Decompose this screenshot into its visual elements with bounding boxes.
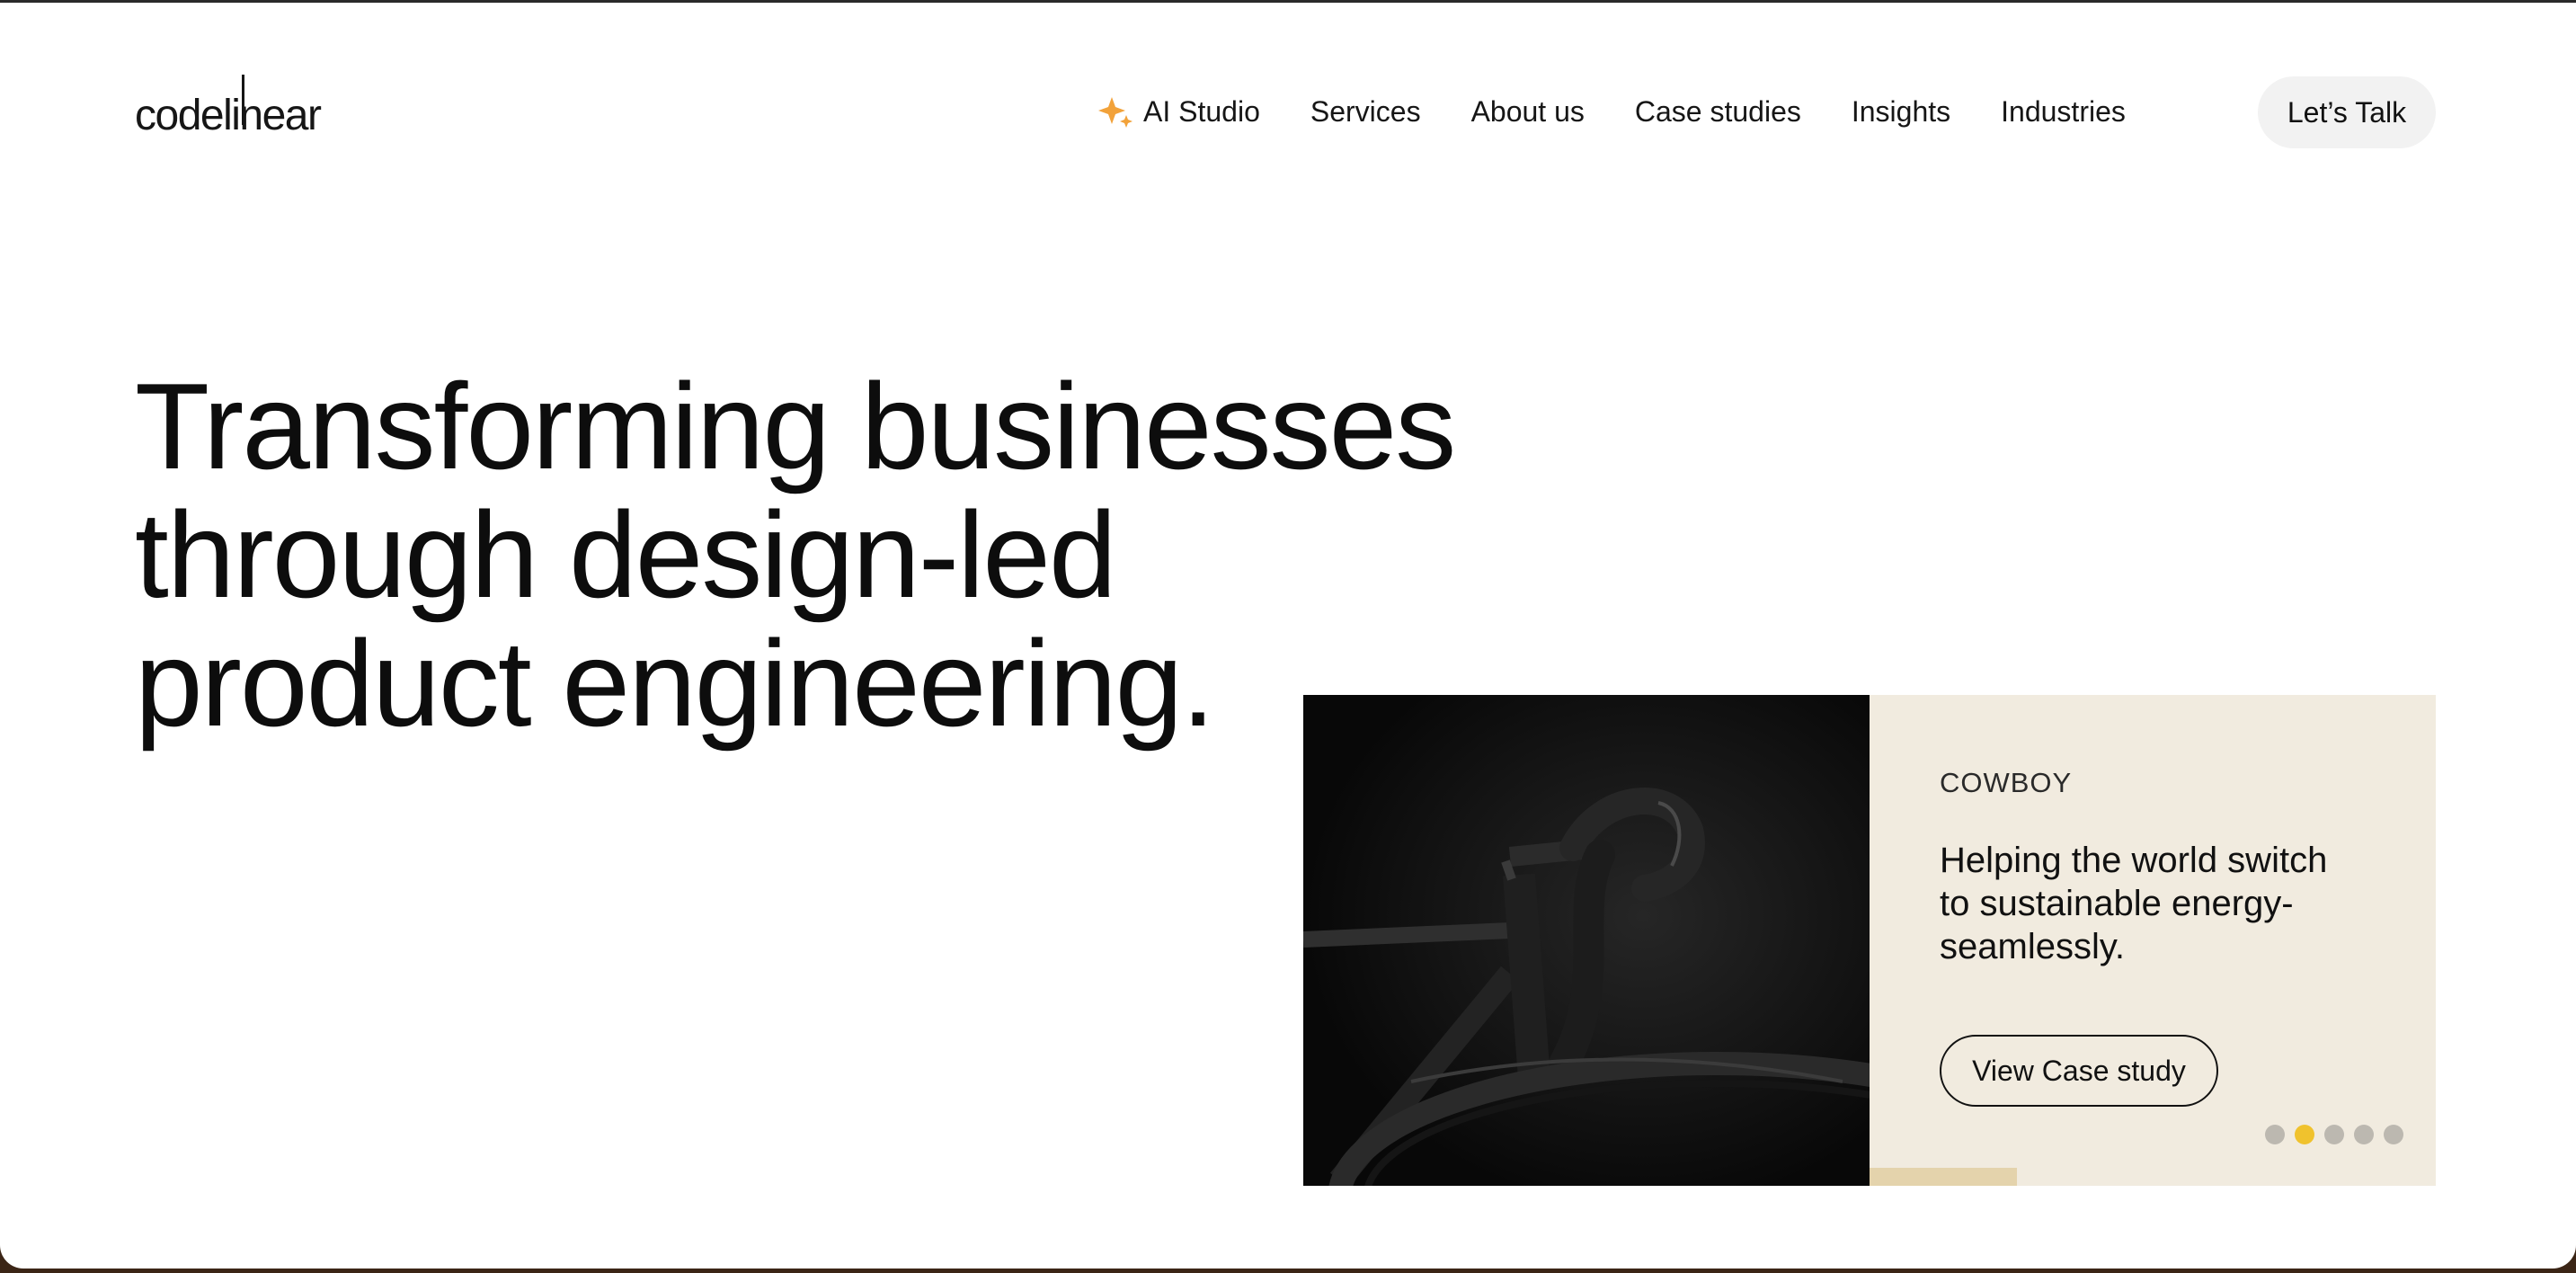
nav-item-insights[interactable]: Insights — [1852, 95, 1950, 129]
nav-item-label: AI Studio — [1143, 94, 1260, 128]
carousel-dot[interactable] — [2324, 1125, 2344, 1144]
client-name: COWBOY — [1940, 767, 2073, 798]
main-nav: AI Studio Services About us Case studies… — [1097, 89, 2126, 134]
carousel-dot[interactable] — [2265, 1125, 2285, 1144]
logo-text: codelinear — [135, 92, 322, 139]
sparkle-icon — [1098, 97, 1133, 128]
nav-item-label: Insights — [1851, 94, 1951, 128]
nav-item-label: About us — [1470, 94, 1585, 128]
logo-divider-mark — [242, 75, 244, 125]
case-study-headline: Helping the world switch to sustainable … — [1940, 841, 2328, 966]
nav-item-ai-studio[interactable]: AI Studio — [1097, 92, 1260, 131]
slide-progress-bar — [1870, 1168, 2017, 1186]
bicycle-illustration — [1303, 695, 1870, 1186]
hero-line: through design-led — [135, 486, 1117, 623]
nav-item-about-us[interactable]: About us — [1471, 95, 1585, 129]
view-case-study-button[interactable]: View Case study — [1940, 1035, 2218, 1107]
nav-item-label: Case studies — [1634, 94, 1801, 128]
hero-heading: Transforming businesses through design-l… — [135, 362, 1573, 748]
logo[interactable]: codelinear — [135, 71, 324, 143]
case-study-card: COWBOY Helping the world switch to susta… — [1303, 695, 2436, 1186]
nav-item-case-studies[interactable]: Case studies — [1635, 95, 1801, 129]
nav-item-label: Industries — [2001, 94, 2126, 128]
bicycle-handlebar-photo — [1303, 695, 1870, 1186]
nav-item-industries[interactable]: Industries — [2001, 95, 2126, 129]
carousel-dot[interactable] — [2354, 1125, 2374, 1144]
carousel-dot-active[interactable] — [2295, 1125, 2314, 1144]
case-study-info: COWBOY Helping the world switch to susta… — [1870, 695, 2436, 1186]
lets-talk-button[interactable]: Let’s Talk — [2258, 76, 2436, 148]
nav-item-label: Services — [1310, 94, 1421, 128]
hero-line: Transforming businesses — [135, 358, 1456, 494]
carousel-dots — [2265, 1125, 2413, 1144]
carousel-dot[interactable] — [2384, 1125, 2403, 1144]
landing-page: codelinear AI Studio Services About us C… — [0, 3, 2576, 1269]
nav-item-services[interactable]: Services — [1310, 95, 1421, 129]
